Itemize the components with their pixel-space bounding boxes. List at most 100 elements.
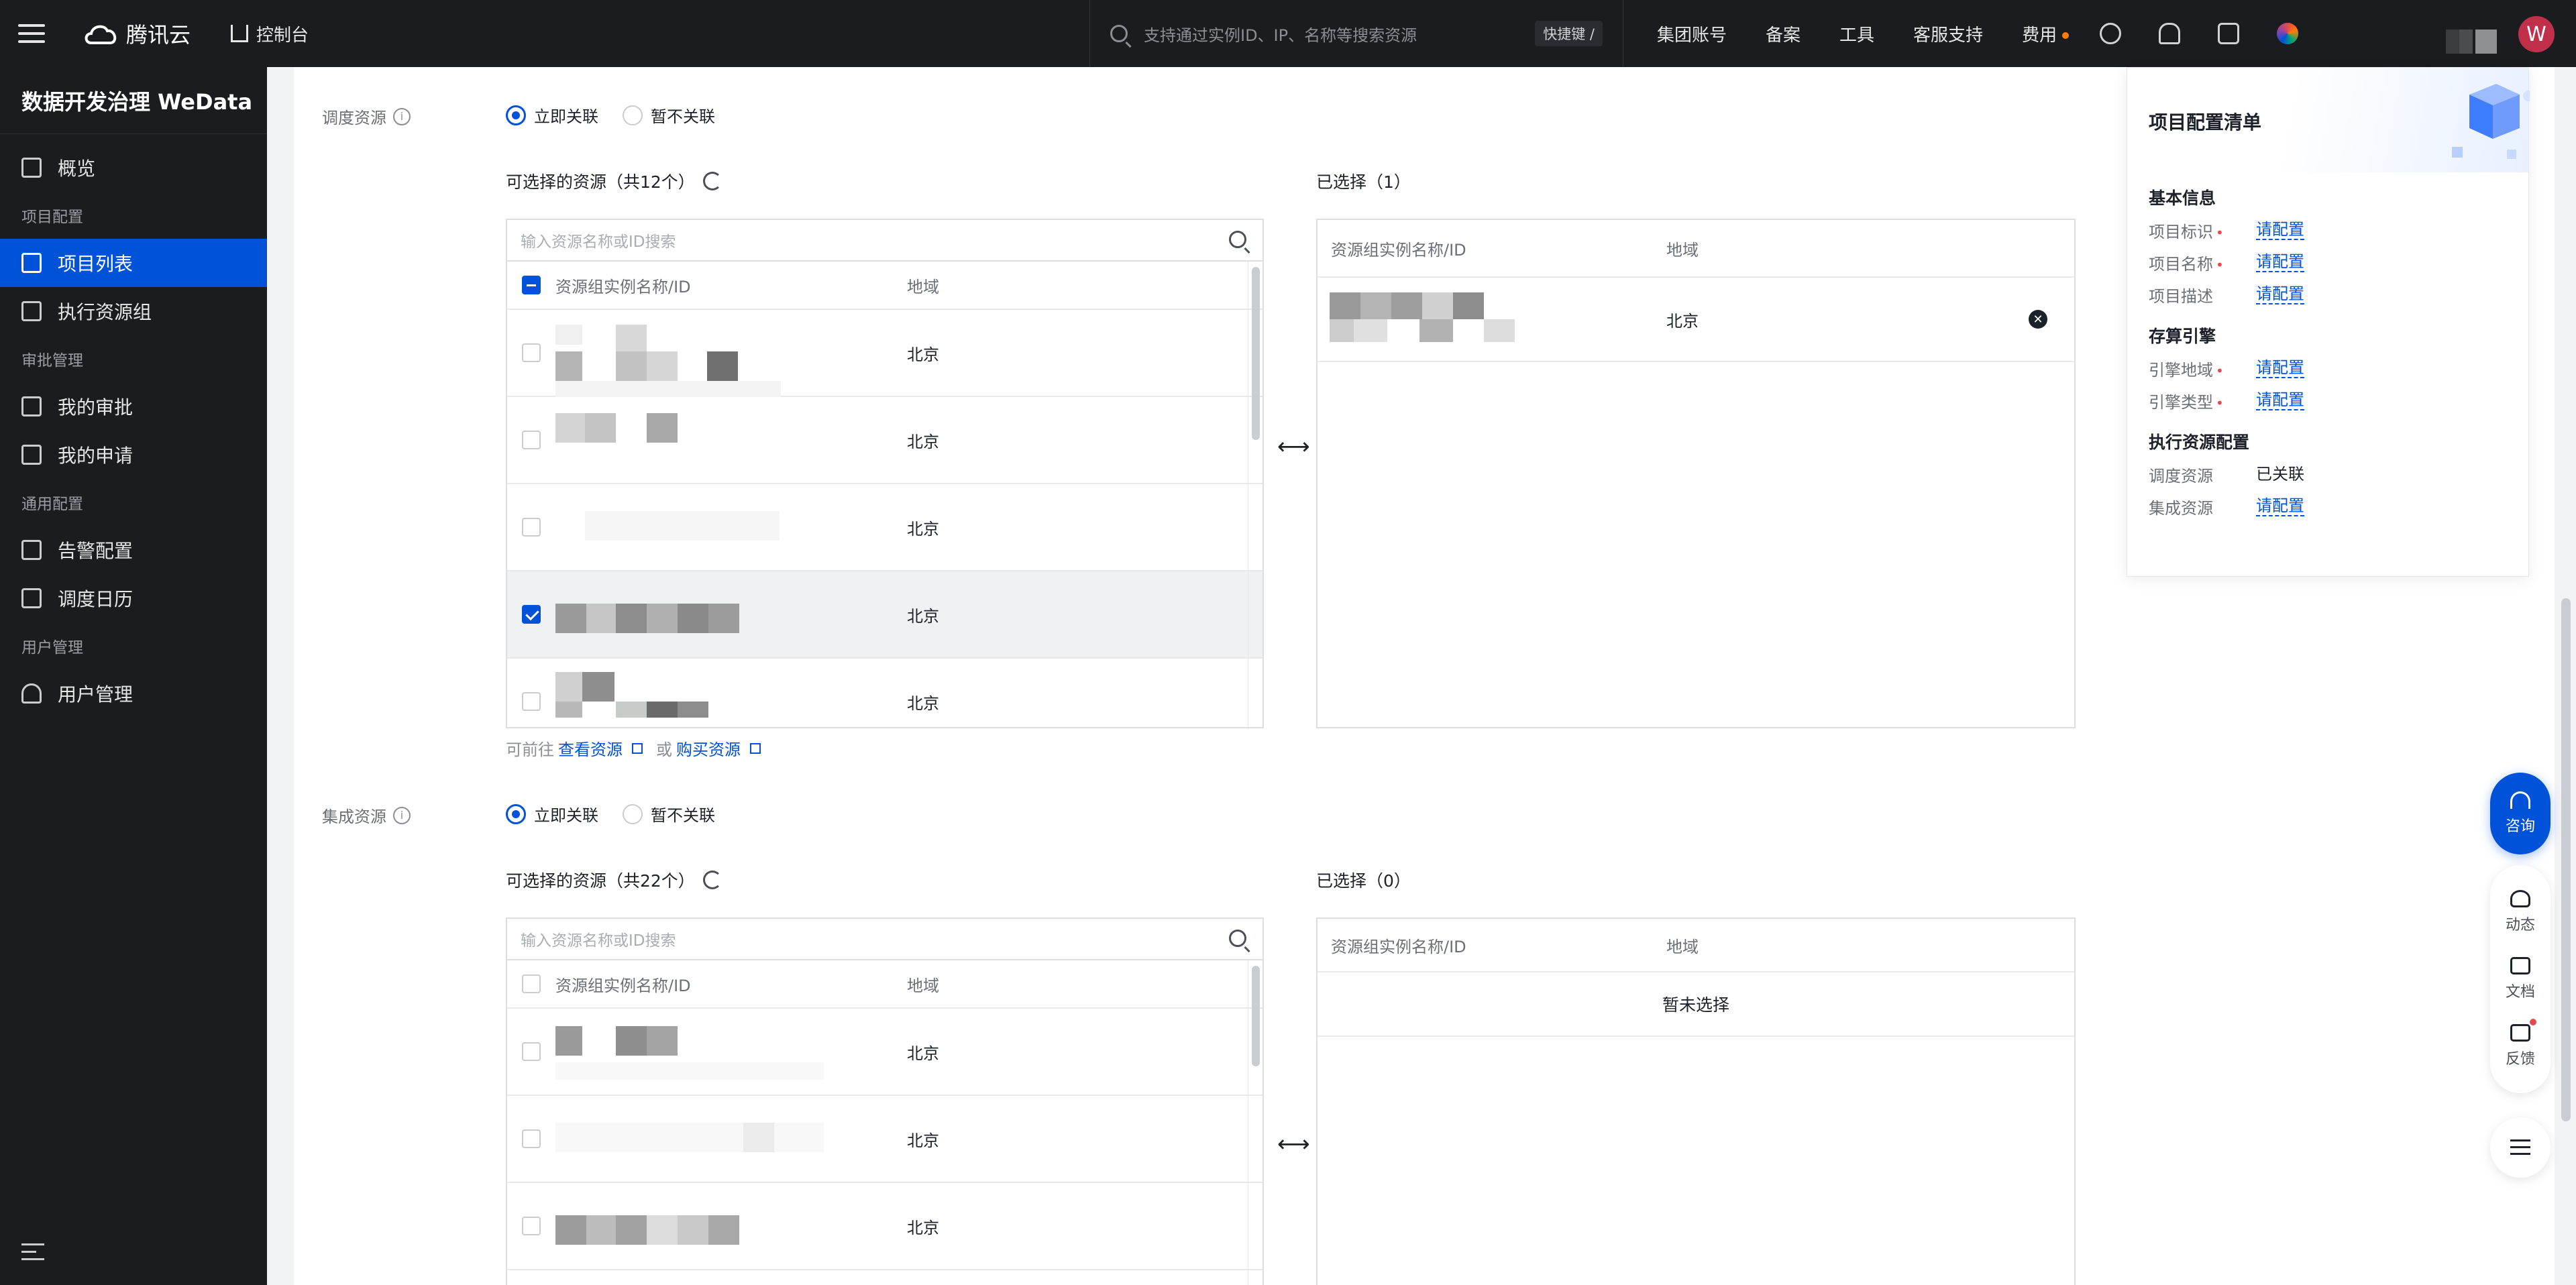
table-row[interactable]: 北京	[507, 1096, 1263, 1183]
schedule-radio-skip[interactable]: 暂不关联	[623, 103, 715, 127]
tea-icon[interactable]	[2100, 23, 2121, 44]
configure-link[interactable]: 请配置	[2256, 284, 2304, 305]
top-navbar: 腾讯云 控制台 支持通过实例ID、IP、名称等搜索资源 快捷键 / 集团账号 备…	[0, 0, 2576, 67]
nav-filing[interactable]: 备案	[1766, 21, 1801, 46]
bell-icon[interactable]	[2159, 23, 2180, 44]
nav-tools[interactable]: 工具	[1839, 21, 1874, 46]
list-toggle-button[interactable]	[2490, 1117, 2551, 1178]
transfer-arrows-icon: ⟷	[1277, 433, 1310, 460]
row-checkbox[interactable]	[522, 1217, 541, 1235]
info-icon[interactable]: i	[393, 107, 411, 125]
checklist-section-engine: 存算引擎	[2149, 327, 2216, 346]
billing-dot-icon	[2062, 32, 2070, 39]
row-checkbox[interactable]	[522, 1129, 541, 1148]
sidebar-item-exec-group[interactable]: 执行资源组	[0, 287, 267, 335]
row-checkbox[interactable]	[522, 518, 541, 537]
external-link-icon	[750, 742, 761, 754]
list-icon	[21, 253, 42, 273]
info-icon[interactable]: i	[393, 806, 411, 824]
sidebar-group-general: 通用配置	[21, 496, 83, 513]
select-all-checkbox[interactable]	[522, 276, 541, 294]
sidebar-item-my-approval[interactable]: 我的审批	[0, 382, 267, 431]
console-link[interactable]: 控制台	[231, 21, 309, 46]
folder-icon	[21, 301, 42, 321]
cloud-logo-icon	[83, 21, 119, 46]
checklist-row: 引擎地域 • 请配置	[2149, 357, 2304, 380]
table-row[interactable]: 北京	[507, 397, 1263, 484]
checklist-header: 项目配置清单	[2127, 68, 2530, 172]
top-icons	[2100, 0, 2298, 67]
nav-group-account[interactable]: 集团账号	[1657, 21, 1727, 46]
configure-link[interactable]: 请配置	[2256, 252, 2304, 273]
row-checkbox[interactable]	[522, 431, 541, 449]
top-links: 集团账号 备案 工具 客服支持 费用	[1657, 0, 2070, 67]
integration-search-input[interactable]: 输入资源名称或ID搜索	[507, 919, 1263, 960]
nav-support[interactable]: 客服支持	[1913, 21, 1983, 46]
table-row[interactable]: 北京	[507, 659, 1263, 727]
resource-name-mosaic	[555, 484, 907, 570]
schedule-scroll-thumb[interactable]	[1252, 267, 1260, 440]
search-icon	[1229, 930, 1246, 947]
refresh-icon[interactable]	[702, 172, 722, 190]
table-row[interactable]: 北京	[507, 1009, 1263, 1096]
table-row[interactable]: 北京	[507, 1183, 1263, 1270]
docs-button[interactable]: 文档	[2506, 957, 2535, 1001]
table-row[interactable]: 北京	[507, 484, 1263, 571]
page-scrollbar[interactable]	[2561, 598, 2571, 1121]
collapse-sidebar-icon[interactable]	[21, 1243, 44, 1261]
sidebar-item-overview[interactable]: 概览	[0, 144, 267, 192]
search-icon	[1110, 25, 1128, 42]
table-row[interactable]: 北京	[507, 310, 1263, 397]
configure-link[interactable]: 请配置	[2256, 220, 2304, 241]
selected-table-header: 资源组实例名称/ID 地域	[1318, 220, 2074, 278]
select-all-checkbox[interactable]	[522, 974, 541, 993]
resource-name-mosaic	[555, 571, 907, 657]
configure-link[interactable]: 请配置	[2256, 496, 2304, 517]
sidebar-item-user-mgmt[interactable]: 用户管理	[0, 669, 267, 718]
configure-link[interactable]: 请配置	[2256, 390, 2304, 411]
menu-icon[interactable]	[0, 0, 63, 67]
integration-selected-title: 已选择（0）	[1316, 871, 1411, 891]
resource-name-mosaic	[555, 659, 907, 727]
cart-icon[interactable]	[2218, 23, 2239, 44]
remove-selected-icon[interactable]: ✕	[2029, 310, 2047, 329]
account-name-mosaic[interactable]	[2446, 30, 2501, 54]
integration-radio-associate[interactable]: 立即关联	[506, 802, 598, 826]
schedule-search-input[interactable]: 输入资源名称或ID搜索	[507, 220, 1263, 262]
table-row-selected[interactable]: 北京	[507, 571, 1263, 659]
feedback-icon	[2510, 1024, 2530, 1042]
notification-dot-icon	[2530, 1019, 2536, 1025]
sidebar-group-users: 用户管理	[21, 639, 83, 657]
refresh-icon[interactable]	[702, 871, 722, 889]
sidebar-item-calendar[interactable]: 调度日历	[0, 574, 267, 622]
view-resource-link[interactable]: 查看资源	[558, 736, 623, 760]
feedback-button[interactable]: 反馈	[2506, 1019, 2536, 1068]
integration-radio-skip[interactable]: 暂不关联	[623, 802, 715, 826]
integration-scroll-thumb[interactable]	[1252, 966, 1260, 1066]
integration-radio-group: 立即关联 暂不关联	[506, 802, 715, 826]
row-checkbox-checked[interactable]	[522, 605, 541, 624]
resource-name-mosaic	[555, 1009, 907, 1095]
configure-link[interactable]: 请配置	[2256, 358, 2304, 379]
checklist-row: 引擎类型 • 请配置	[2149, 390, 2304, 412]
product-title: 数据开发治理 WeData	[0, 67, 267, 134]
nav-billing[interactable]: 费用	[2022, 21, 2070, 46]
sidebar-item-my-apply[interactable]: 我的申请	[0, 431, 267, 479]
brand-logo[interactable]: 腾讯云	[83, 18, 191, 49]
news-button[interactable]: 动态	[2506, 890, 2535, 934]
sidebar-group-approval: 审批管理	[21, 352, 83, 370]
row-checkbox[interactable]	[522, 343, 541, 362]
grid-icon	[21, 158, 42, 178]
consult-button[interactable]: 咨询	[2490, 773, 2551, 854]
row-checkbox[interactable]	[522, 1042, 541, 1061]
avatar[interactable]: W	[2518, 16, 2555, 52]
sidebar-item-alarm[interactable]: 告警配置	[0, 526, 267, 574]
row-checkbox[interactable]	[522, 692, 541, 711]
cube-illustration-icon	[2452, 84, 2530, 159]
schedule-selected-title: 已选择（1）	[1316, 172, 1411, 192]
schedule-radio-associate[interactable]: 立即关联	[506, 103, 598, 127]
global-search[interactable]: 支持通过实例ID、IP、名称等搜索资源 快捷键 /	[1089, 0, 1623, 67]
buy-resource-link[interactable]: 购买资源	[676, 736, 741, 760]
sidebar-item-project-list[interactable]: 项目列表	[0, 239, 267, 287]
app-icon[interactable]	[2277, 23, 2298, 44]
